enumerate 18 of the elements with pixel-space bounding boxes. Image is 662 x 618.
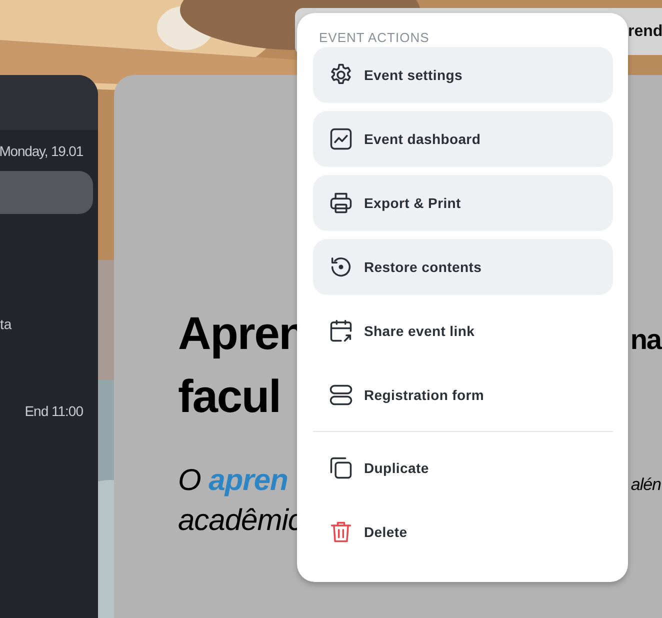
menu-item[interactable]: Duplicate	[313, 440, 613, 496]
menu-item[interactable]: Delete	[313, 504, 613, 560]
heading-text: facul	[178, 369, 280, 424]
menu-item[interactable]: Event dashboard	[313, 111, 613, 167]
menu-item[interactable]: Registration form	[313, 367, 613, 423]
menu-item[interactable]: Export & Print	[313, 175, 613, 231]
menu-item[interactable]: Restore contents	[313, 239, 613, 295]
end-time: End 11:00	[24, 403, 83, 419]
subtitle-text: O apren	[178, 463, 288, 499]
event-text: ta	[0, 316, 12, 332]
subtitle-text: alén	[630, 474, 661, 496]
menu-header: EVENT ACTIONS	[319, 30, 430, 45]
heading-text: na	[630, 323, 661, 357]
menu-item[interactable]: Event settings	[313, 47, 613, 103]
menu-item[interactable]: Share event link	[313, 303, 613, 359]
date-label: Monday, 19.01	[0, 143, 83, 159]
top-bar-text: rend	[628, 22, 662, 40]
subtitle-text: acadêmic	[178, 503, 302, 539]
